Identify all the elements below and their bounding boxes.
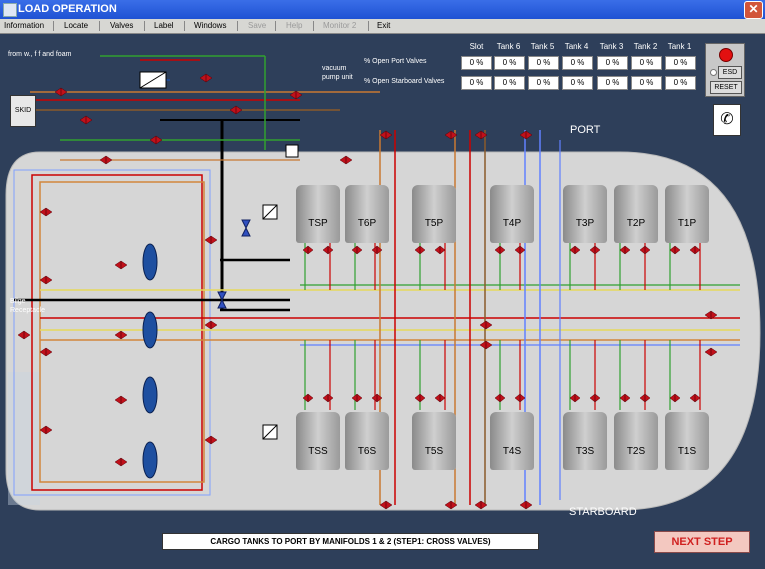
tank-t1s[interactable]: T1S (665, 412, 709, 470)
step-status-text: CARGO TANKS TO PORT BY MANIFOLDS 1 & 2 (… (162, 533, 539, 550)
tank-t3s[interactable]: T3S (563, 412, 607, 470)
source-label: from w., f f and foam (8, 51, 72, 58)
stbd-pct-tank6: 0 % (494, 76, 525, 90)
esd-panel: ESD RESET (705, 43, 745, 97)
phone-icon[interactable]: ✆ (713, 104, 741, 136)
reset-button[interactable]: RESET (710, 81, 742, 94)
col-header-tank4: Tank 4 (564, 42, 589, 51)
esd-button[interactable]: ESD (718, 66, 742, 79)
stbd-pct-tank4: 0 % (562, 76, 593, 90)
tank-t4p[interactable]: T4P (490, 185, 534, 243)
port-pct-slot: 0 % (461, 56, 492, 70)
tank-t6s[interactable]: T6S (345, 412, 389, 470)
vacuum-pump-label: vacuum pump unit (322, 65, 353, 81)
stbd-pct-tank1: 0 % (665, 76, 696, 90)
col-header-slot: Slot (469, 42, 484, 51)
stbd-pct-tank3: 0 % (597, 76, 628, 90)
bilge-receptacle-label: Bilge Receptacle (10, 298, 46, 314)
port-pct-tank5: 0 % (528, 56, 559, 70)
port-pct-tank6: 0 % (494, 56, 525, 70)
tank-tsp[interactable]: TSP (296, 185, 340, 243)
col-header-tank1: Tank 1 (667, 42, 692, 51)
tank-t2s[interactable]: T2S (614, 412, 658, 470)
skid-unit: SKID (10, 95, 36, 127)
col-header-tank2: Tank 2 (633, 42, 658, 51)
col-header-tank5: Tank 5 (530, 42, 555, 51)
col-header-tank3: Tank 3 (599, 42, 624, 51)
tank-t1p[interactable]: T1P (665, 185, 709, 243)
starboard-label: STARBOARD (569, 506, 637, 518)
tank-t4s[interactable]: T4S (490, 412, 534, 470)
row-label-starboard-valves: % Open Starboard Valves (364, 78, 445, 85)
tank-t2p[interactable]: T2P (614, 185, 658, 243)
tank-t5p[interactable]: T5P (412, 185, 456, 243)
row-label-port-valves: % Open Port Valves (364, 58, 427, 65)
port-pct-tank1: 0 % (665, 56, 696, 70)
stbd-pct-slot: 0 % (461, 76, 492, 90)
stbd-pct-tank2: 0 % (631, 76, 662, 90)
tank-t6p[interactable]: T6P (345, 185, 389, 243)
port-pct-tank2: 0 % (631, 56, 662, 70)
port-pct-tank3: 0 % (597, 56, 628, 70)
next-step-button[interactable]: NEXT STEP (654, 531, 750, 553)
tank-t3p[interactable]: T3P (563, 185, 607, 243)
port-pct-tank4: 0 % (562, 56, 593, 70)
port-label: PORT (570, 124, 601, 136)
col-header-tank6: Tank 6 (496, 42, 521, 51)
esd-indicator-dot (710, 69, 717, 76)
tank-t5s[interactable]: T5S (412, 412, 456, 470)
stbd-pct-tank5: 0 % (528, 76, 559, 90)
red-alarm-light-icon (719, 48, 733, 62)
tank-tss[interactable]: TSS (296, 412, 340, 470)
